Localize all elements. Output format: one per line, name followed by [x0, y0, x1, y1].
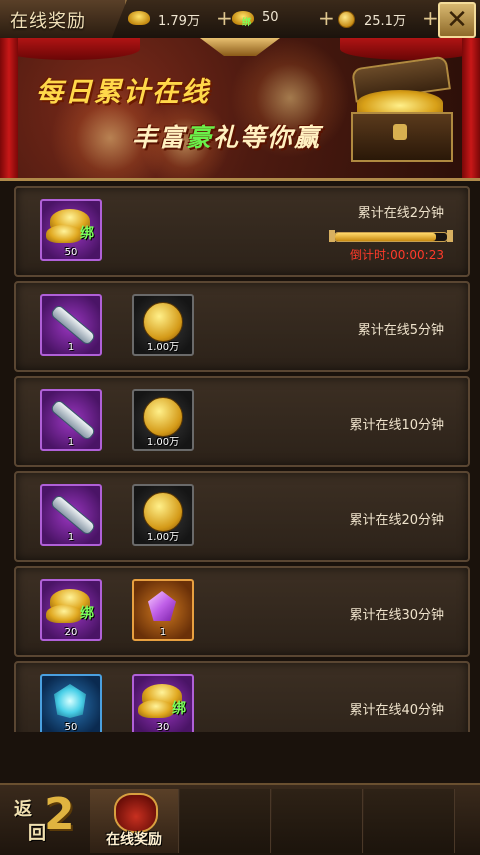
reward-item-slot[interactable]: 1.00万	[132, 484, 194, 546]
chest-body	[351, 112, 453, 162]
purple-gem-icon	[148, 591, 176, 621]
promo-banner: 每日累计在线 丰富豪礼等你赢	[0, 38, 480, 181]
reward-list[interactable]: 绑 50 累计在线2分钟 倒计时:00:00:23 1 1.00万 累计在线5分…	[8, 182, 472, 732]
add-gold-button[interactable]: +	[422, 6, 439, 30]
item-quantity: 50	[64, 247, 78, 258]
add-ingot-button[interactable]: +	[216, 6, 233, 30]
back-label-1: 返	[14, 799, 32, 820]
reward-row[interactable]: 1 1.00万 累计在线10分钟	[14, 376, 470, 467]
countdown-timer: 倒计时:00:00:23	[350, 248, 444, 262]
reward-row[interactable]: 绑 20 1 累计在线30分钟	[14, 566, 470, 657]
curtain-left	[0, 38, 18, 178]
bound-ingot-amount: 50	[262, 10, 279, 25]
reward-row[interactable]: 绑 50 累计在线2分钟 倒计时:00:00:23	[14, 186, 470, 277]
curtain-right	[462, 38, 480, 178]
gold-coin-icon	[338, 11, 355, 28]
bound-tag: 绑	[242, 18, 252, 28]
reward-requirement: 累计在线2分钟	[357, 206, 444, 221]
gold-amount: 25.1万	[364, 14, 406, 29]
item-quantity: 1	[67, 532, 75, 543]
reward-item-slot[interactable]: 绑 30	[132, 674, 194, 732]
bound-badge: 绑	[80, 606, 94, 622]
empty-tab-slot	[364, 789, 455, 853]
bound-ingot-resource: 绑 50 +	[232, 6, 335, 30]
reward-requirement: 累计在线30分钟	[349, 608, 444, 623]
item-quantity: 50	[64, 722, 78, 732]
online-progress-bar	[329, 230, 453, 242]
gold-ingot-icon	[46, 225, 82, 243]
item-quantity: 1	[159, 627, 167, 638]
gold-coin-icon	[143, 397, 183, 437]
back-label-2: 回	[28, 823, 46, 844]
back-arrow-icon: 2	[44, 789, 75, 840]
tab-label: 在线奖励	[106, 832, 162, 848]
back-button[interactable]: 2 返 回	[6, 789, 84, 851]
item-quantity: 1	[67, 437, 75, 448]
gold-ingot-icon	[138, 700, 174, 718]
reward-item-slot[interactable]: 绑 50	[40, 199, 102, 261]
close-icon: ✕	[446, 5, 468, 35]
treasure-chest-icon	[345, 55, 455, 162]
item-quantity: 30	[156, 722, 170, 732]
reward-row[interactable]: 50 绑 30 累计在线40分钟	[14, 661, 470, 732]
reward-item-slot[interactable]: 1.00万	[132, 294, 194, 356]
reward-requirement: 累计在线10分钟	[349, 418, 444, 433]
banner-subline-part: 丰富	[132, 123, 187, 152]
crystal-icon	[54, 684, 86, 718]
ingot-amount: 1.79万	[158, 14, 200, 29]
progress-fill	[335, 233, 436, 241]
treasure-pot-icon	[114, 793, 158, 833]
top-bar: 在线奖励 1.79万 + 绑 50 + 25.1万 + ✕	[0, 0, 480, 40]
bound-badge: 绑	[172, 701, 186, 717]
curtain-drape-left	[0, 38, 140, 60]
curtain-drape-right	[340, 38, 480, 60]
reward-item-slot[interactable]: 1	[40, 484, 102, 546]
window-title-tab: 在线奖励	[0, 0, 127, 38]
reward-requirement: 累计在线5分钟	[357, 323, 444, 338]
bottom-bar: 2 返 回 在线奖励	[0, 783, 480, 855]
gold-ingot-icon	[128, 11, 150, 25]
banner-subline-highlight: 豪	[186, 123, 214, 152]
reward-requirement: 累计在线20分钟	[349, 513, 444, 528]
reward-item-slot[interactable]: 1.00万	[132, 389, 194, 451]
reward-row[interactable]: 1 1.00万 累计在线20分钟	[14, 471, 470, 562]
reward-row[interactable]: 1 1.00万 累计在线5分钟	[14, 281, 470, 372]
gold-ingot-icon	[46, 605, 82, 623]
reward-item-slot[interactable]: 1	[40, 294, 102, 356]
reward-item-slot[interactable]: 50	[40, 674, 102, 732]
item-quantity: 1.00万	[146, 532, 180, 543]
scroll-icon	[49, 398, 97, 442]
tab-online-reward[interactable]: 在线奖励	[90, 789, 179, 853]
empty-tab-slot	[272, 789, 363, 853]
gold-coin-icon	[143, 492, 183, 532]
empty-tab-slot	[180, 789, 271, 853]
item-quantity: 20	[64, 627, 78, 638]
banner-headline: 每日累计在线	[36, 77, 210, 108]
close-button[interactable]: ✕	[438, 2, 476, 38]
gold-resource: 25.1万 +	[338, 6, 439, 30]
banner-subline: 丰富豪礼等你赢	[132, 118, 321, 154]
item-quantity: 1	[67, 342, 75, 353]
window-title: 在线奖励	[10, 11, 86, 32]
item-quantity: 1.00万	[146, 342, 180, 353]
gold-coin-icon	[143, 302, 183, 342]
banner-subline-part: 礼等你赢	[213, 123, 322, 152]
reward-item-slot[interactable]: 绑 20	[40, 579, 102, 641]
reward-requirement: 累计在线40分钟	[349, 703, 444, 718]
reward-item-slot[interactable]: 1	[132, 579, 194, 641]
scroll-icon	[49, 303, 97, 347]
item-quantity: 1.00万	[146, 437, 180, 448]
reward-item-slot[interactable]: 1	[40, 389, 102, 451]
add-bound-ingot-button[interactable]: +	[318, 6, 335, 30]
ingot-resource: 1.79万 +	[128, 6, 233, 30]
scroll-icon	[49, 493, 97, 537]
bound-badge: 绑	[80, 226, 94, 242]
